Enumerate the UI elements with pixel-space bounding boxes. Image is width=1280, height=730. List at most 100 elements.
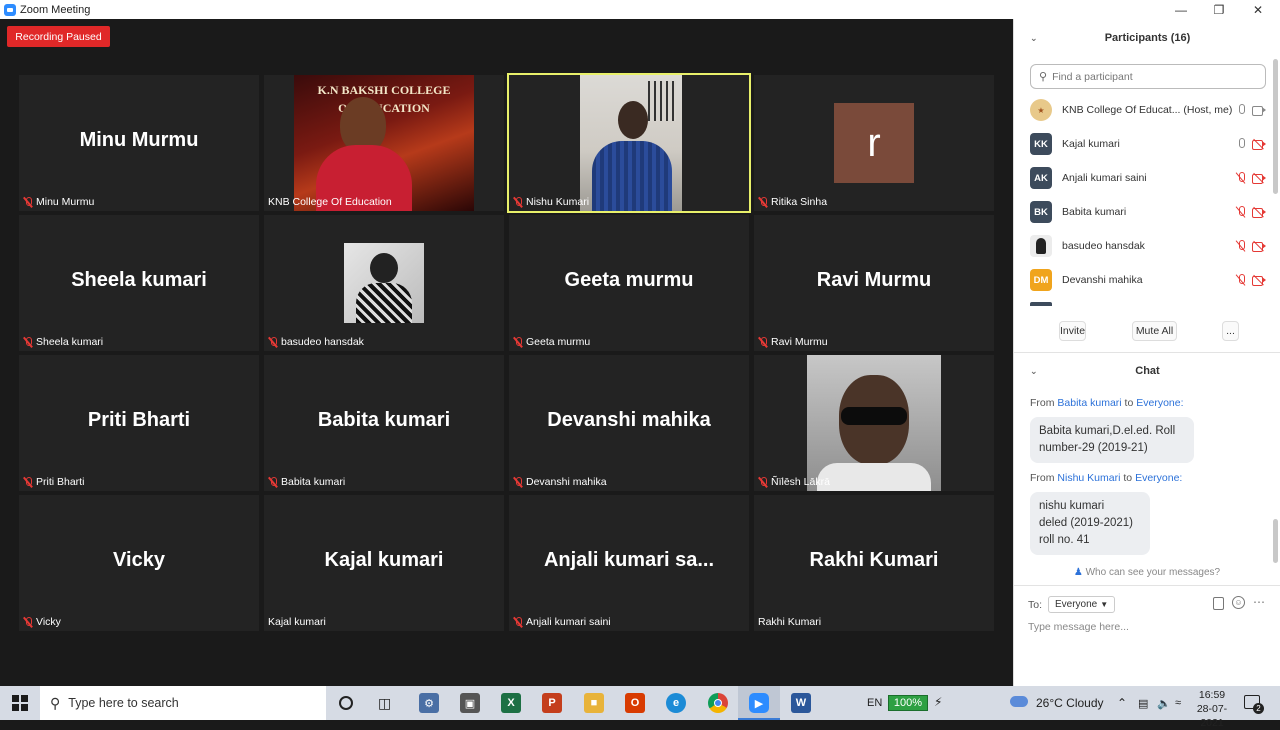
- video-tile[interactable]: Ravi Murmu Ravi Murmu: [754, 215, 994, 351]
- mic-muted-icon[interactable]: [1236, 240, 1246, 252]
- video-gallery: Recording Paused Minu Murmu Minu Murmu K…: [0, 19, 1013, 686]
- mic-muted-icon: [513, 616, 523, 628]
- video-off-icon[interactable]: [1252, 206, 1266, 218]
- participant-row[interactable]: AK Anjali kumari saini: [1030, 166, 1266, 190]
- video-tile[interactable]: Devanshi mahika Devanshi mahika: [509, 355, 749, 491]
- clock[interactable]: 16:59 28-07-2021: [1190, 688, 1234, 730]
- participant-search-input[interactable]: ⚲ Find a participant: [1030, 64, 1266, 89]
- app-icon[interactable]: ⚙: [419, 693, 439, 713]
- office-icon[interactable]: O: [625, 693, 645, 713]
- participants-scrollbar[interactable]: [1273, 59, 1278, 194]
- tile-name-label: Minu Murmu: [23, 195, 94, 209]
- excel-icon[interactable]: X: [501, 693, 521, 713]
- windows-start-icon[interactable]: [12, 695, 28, 711]
- wifi-icon[interactable]: ≈: [1175, 686, 1181, 720]
- video-tile[interactable]: r Ritika Sinha: [754, 75, 994, 211]
- sidebar-panel: ⌄ Participants (16) ⚲ Find a participant…: [1013, 19, 1280, 686]
- speaker-icon[interactable]: 🔈: [1157, 686, 1171, 720]
- chat-message-line: roll no. 41: [1039, 534, 1090, 546]
- mic-muted-icon[interactable]: [1236, 274, 1246, 286]
- chat-recipient-link[interactable]: Everyone:: [1136, 397, 1183, 409]
- mute-all-button[interactable]: Mute All: [1132, 321, 1177, 341]
- person-body: [592, 141, 672, 211]
- task-view-icon[interactable]: ◫: [378, 695, 391, 712]
- tile-label-text: Priti Bharti: [36, 476, 85, 488]
- more-icon[interactable]: ⋯: [1253, 595, 1265, 609]
- participant-photo-avatar: [1030, 235, 1052, 257]
- chat-sender-link[interactable]: Babita kumari: [1057, 397, 1121, 409]
- battery-percent[interactable]: 100%: [888, 695, 928, 711]
- video-tile[interactable]: Kajal kumari Kajal kumari: [264, 495, 504, 631]
- mic-icon[interactable]: [1236, 138, 1246, 150]
- participant-avatar: KK: [1030, 133, 1052, 155]
- participant-row[interactable]: BK Babita kumari: [1030, 200, 1266, 224]
- participant-row[interactable]: KK Kajal kumari: [1030, 132, 1266, 156]
- taskbar-search-box[interactable]: ⚲ Type here to search: [40, 686, 326, 720]
- video-off-icon[interactable]: [1252, 274, 1266, 286]
- chat-recipient-select[interactable]: Everyone ▼: [1048, 596, 1116, 613]
- chat-message-bubble: Babita kumari,D.el.ed. Roll number-29 (2…: [1030, 417, 1194, 463]
- video-tile[interactable]: Priti Bharti Priti Bharti: [19, 355, 259, 491]
- chevron-down-icon[interactable]: ⌄: [1030, 33, 1038, 44]
- participant-row[interactable]: basudeo hansdak: [1030, 234, 1266, 258]
- chevron-up-icon[interactable]: ⌃: [1117, 686, 1127, 720]
- store-icon[interactable]: ▣: [460, 693, 480, 713]
- participant-row[interactable]: DM Devanshi mahika: [1030, 268, 1266, 292]
- chat-recipient-link[interactable]: Everyone:: [1135, 472, 1182, 484]
- invite-button[interactable]: Invite: [1059, 321, 1086, 341]
- minimize-button[interactable]: —: [1162, 0, 1200, 19]
- video-off-icon[interactable]: [1252, 138, 1266, 150]
- who-can-see-text: Who can see your messages?: [1085, 567, 1221, 578]
- tile-name-label: Geeta murmu: [513, 335, 590, 349]
- search-icon: ⚲: [1039, 71, 1048, 83]
- weather-text[interactable]: 26°C Cloudy: [1036, 686, 1104, 720]
- video-off-icon[interactable]: [1252, 172, 1266, 184]
- chat-scrollbar[interactable]: [1273, 519, 1278, 563]
- close-button[interactable]: ✕: [1239, 0, 1277, 19]
- network-icon[interactable]: ▤: [1138, 686, 1148, 720]
- video-tile[interactable]: Geeta murmu Geeta murmu: [509, 215, 749, 351]
- participant-name: Kajal kumari: [1062, 138, 1120, 150]
- video-tile[interactable]: basudeo hansdak: [264, 215, 504, 351]
- power-plug-icon[interactable]: ⚡: [934, 695, 942, 709]
- video-tile[interactable]: Vicky Vicky: [19, 495, 259, 631]
- active-speaker-tile[interactable]: Nishu Kumari: [507, 73, 751, 213]
- video-tile[interactable]: Sheela kumari Sheela kumari: [19, 215, 259, 351]
- college-logo-avatar: ★: [1030, 99, 1052, 121]
- cortana-icon[interactable]: [339, 696, 353, 710]
- video-tile[interactable]: K.N BAKSHI COLLEGE OF EDUCATION KNB Coll…: [264, 75, 504, 211]
- chrome-icon[interactable]: [708, 693, 728, 713]
- chevron-down-icon[interactable]: ⌄: [1030, 366, 1038, 377]
- more-options-button[interactable]: ...: [1222, 321, 1239, 341]
- emoji-icon[interactable]: ☺: [1232, 596, 1245, 609]
- video-camera-icon[interactable]: [1252, 105, 1266, 116]
- file-share-icon[interactable]: [1213, 597, 1224, 610]
- mic-muted-icon: [23, 616, 33, 628]
- mic-muted-icon[interactable]: [1236, 172, 1246, 184]
- participant-row[interactable]: ★ KNB College Of Educat... (Host, me): [1030, 98, 1266, 122]
- participant-display-name: Rakhi Kumari: [809, 549, 939, 571]
- video-tile[interactable]: Ñïlēsh Lākrā: [754, 355, 994, 491]
- video-tile[interactable]: Rakhi Kumari Rakhi Kumari: [754, 495, 994, 631]
- mic-icon[interactable]: [1236, 104, 1246, 116]
- video-off-icon[interactable]: [1252, 240, 1266, 252]
- language-indicator[interactable]: EN: [867, 686, 882, 720]
- video-tile[interactable]: Anjali kumari sa... Anjali kumari saini: [509, 495, 749, 631]
- word-icon[interactable]: W: [791, 693, 811, 713]
- video-tile[interactable]: Minu Murmu Minu Murmu: [19, 75, 259, 211]
- recording-status-badge[interactable]: Recording Paused: [7, 26, 110, 47]
- tile-name-label: Priti Bharti: [23, 475, 84, 489]
- restore-button[interactable]: ❐: [1200, 0, 1238, 19]
- chat-sender-link[interactable]: Nishu Kumari: [1057, 472, 1120, 484]
- participant-name: Babita kumari: [1062, 206, 1127, 218]
- participant-display-name: Devanshi mahika: [547, 409, 711, 431]
- mic-muted-icon[interactable]: [1236, 206, 1246, 218]
- video-tile[interactable]: Babita kumari Babita kumari: [264, 355, 504, 491]
- chat-message-input[interactable]: Type message here...: [1028, 621, 1129, 633]
- chat-from-label: From: [1030, 397, 1055, 409]
- edge-icon[interactable]: e: [666, 693, 686, 713]
- who-can-see-messages-link[interactable]: ♟ Who can see your messages?: [1014, 567, 1280, 578]
- zoom-icon[interactable]: ▶: [749, 693, 769, 713]
- file-explorer-icon[interactable]: ■: [584, 693, 604, 713]
- powerpoint-icon[interactable]: P: [542, 693, 562, 713]
